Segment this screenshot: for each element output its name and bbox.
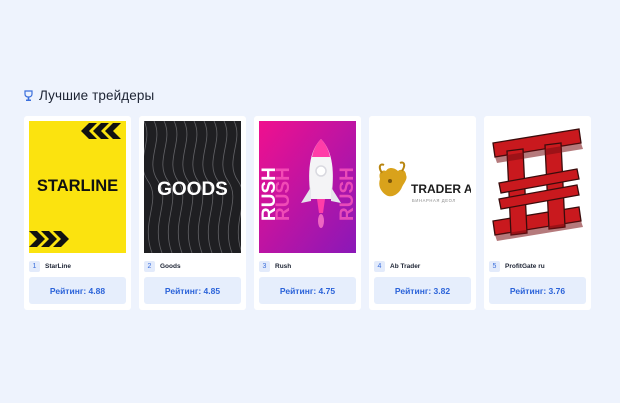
trader-name[interactable]: Goods [160, 263, 181, 270]
profitgate-logo [489, 121, 586, 253]
section-title: Лучшие трейдеры [39, 88, 155, 103]
trophy-icon [24, 89, 33, 101]
svg-text:RUSH: RUSH [273, 167, 294, 221]
trader-logo: TRADER AE БИНАРНАЯ ДЕОЛ [374, 121, 471, 253]
trader-card[interactable]: GOODS 2 Goods Рейтинг: 4.85 [139, 116, 246, 310]
rank-badge: 1 [29, 260, 40, 272]
trader-logo: RUSH RUSH RUSH [259, 121, 356, 253]
starline-logo-text: STARLINE [37, 177, 118, 195]
trader-meta: 3 Rush [259, 260, 356, 272]
trader-card[interactable]: STARLINE 1 StarLine Рейтинг: 4.88 [24, 116, 131, 310]
rank-badge: 2 [144, 260, 155, 272]
rating-button[interactable]: Рейтинг: 4.75 [259, 277, 356, 304]
rank-badge: 5 [489, 260, 500, 272]
rating-button[interactable]: Рейтинг: 3.82 [374, 277, 471, 304]
ab-trader-logo-subtext: БИНАРНАЯ ДЕОЛ [412, 198, 456, 203]
trader-name[interactable]: Ab Trader [390, 263, 420, 270]
rank-badge: 4 [374, 260, 385, 272]
goods-logo: GOODS [144, 121, 241, 253]
trader-card[interactable]: TRADER AE БИНАРНАЯ ДЕОЛ 4 Ab Trader Рейт… [369, 116, 476, 310]
trader-meta: 2 Goods [144, 260, 241, 272]
trader-logo: GOODS [144, 121, 241, 253]
rank-badge: 3 [259, 260, 270, 272]
rating-button[interactable]: Рейтинг: 4.88 [29, 277, 126, 304]
trader-card[interactable]: 5 ProfitGate ru Рейтинг: 3.76 [484, 116, 591, 310]
trader-name[interactable]: StarLine [45, 263, 71, 270]
trader-name[interactable]: Rush [275, 263, 291, 270]
traders-list: STARLINE 1 StarLine Рейтинг: 4.88 GOODS … [24, 116, 591, 310]
rush-logo: RUSH RUSH RUSH [259, 121, 356, 253]
rating-button[interactable]: Рейтинг: 4.85 [144, 277, 241, 304]
trader-logo [489, 121, 586, 253]
trader-meta: 1 StarLine [29, 260, 126, 272]
trader-meta: 4 Ab Trader [374, 260, 471, 272]
section-header: Лучшие трейдеры [24, 88, 154, 103]
ab-trader-logo: TRADER AE БИНАРНАЯ ДЕОЛ [374, 121, 471, 253]
trader-logo: STARLINE [29, 121, 126, 253]
trader-card[interactable]: RUSH RUSH RUSH 3 Rush Рейтинг: 4.75 [254, 116, 361, 310]
rating-button[interactable]: Рейтинг: 3.76 [489, 277, 586, 304]
starline-logo: STARLINE [29, 121, 126, 253]
svg-text:RUSH: RUSH [337, 167, 356, 221]
goods-logo-text: GOODS [157, 179, 228, 200]
ab-trader-logo-text: TRADER AE [411, 182, 471, 196]
trader-meta: 5 ProfitGate ru [489, 260, 586, 272]
trader-name[interactable]: ProfitGate ru [505, 263, 545, 270]
